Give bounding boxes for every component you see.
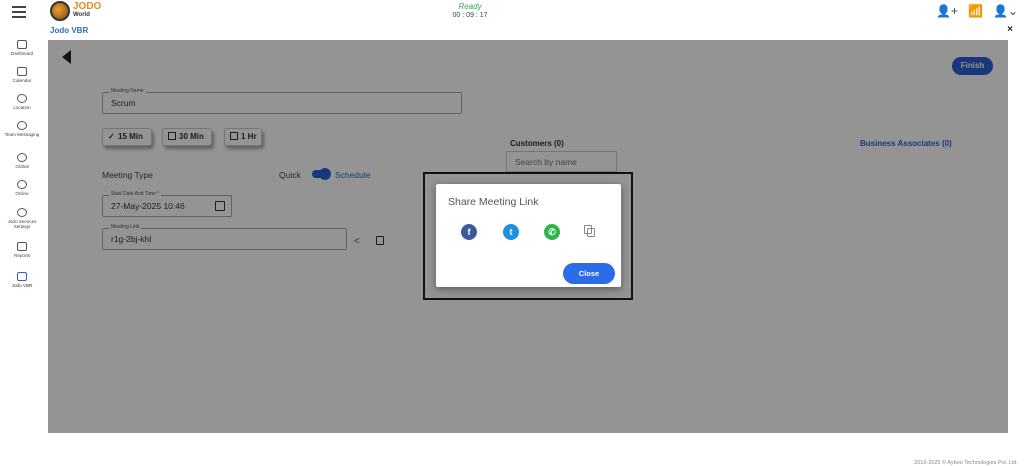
dashboard-icon <box>17 40 27 49</box>
add-user-icon[interactable]: 👤+ <box>936 4 958 18</box>
sidebar-item-label: Dashboard <box>10 51 34 56</box>
online-icon <box>17 180 27 189</box>
sidebar-item-location[interactable]: Location <box>0 94 44 110</box>
app-logo: JODO World <box>50 1 101 21</box>
top-bar: JODO World Ready 00 : 09 : 17 👤+ 📶 👤⌄ <box>0 0 1024 24</box>
menu-icon[interactable] <box>12 6 26 18</box>
logo-line1: JODO <box>73 1 102 12</box>
sidebar-item-jodo-vbr[interactable]: Jodo VBR <box>0 272 44 288</box>
reports-icon <box>17 242 27 251</box>
vbr-icon <box>17 272 27 281</box>
sidebar-item-label: Jodo VBR <box>11 283 33 288</box>
sidebar-item-calendar[interactable]: Calendar <box>0 67 44 83</box>
sidebar-item-label: Global <box>15 164 29 169</box>
sidebar-item-global[interactable]: Global <box>0 153 44 169</box>
sidebar-item-online[interactable]: Online <box>0 180 44 196</box>
footer-copyright: 2016-2025 © Ayboo Technologies Pvt. Ltd. <box>914 460 1018 466</box>
panel-title: Jodo VBR <box>50 26 89 35</box>
share-meeting-link-dialog: Share Meeting Link f t ✆ Close <box>436 184 621 287</box>
dialog-title: Share Meeting Link <box>448 196 539 208</box>
status-text: Ready <box>458 2 482 11</box>
whatsapp-icon[interactable]: ✆ <box>544 224 560 240</box>
sidebar-item-reports[interactable]: Reports <box>0 242 44 258</box>
copy-icon[interactable] <box>587 228 595 237</box>
panel-header: Jodo VBR × <box>46 24 1017 38</box>
location-pin-icon <box>17 94 27 103</box>
sidebar-item-label: Team Messaging <box>4 132 40 137</box>
panel-close-icon[interactable]: × <box>1007 24 1013 35</box>
top-right-icons: 👤+ 📶 👤⌄ <box>936 4 1018 18</box>
globe-icon <box>17 153 27 162</box>
team-messaging-icon <box>17 121 27 130</box>
sidebar: Dashboard Calendar Location Team Messagi… <box>0 24 44 466</box>
close-button[interactable]: Close <box>563 263 615 284</box>
sidebar-item-label: Online <box>15 191 29 196</box>
facebook-icon[interactable]: f <box>461 224 477 240</box>
sidebar-item-label: Calendar <box>12 78 32 83</box>
sidebar-item-jodo-services-settings[interactable]: Jodo Services Settings <box>0 208 44 229</box>
twitter-icon[interactable]: t <box>503 224 519 240</box>
timer-text: 00 : 09 : 17 <box>452 12 488 19</box>
user-menu-icon[interactable]: 👤⌄ <box>993 4 1018 18</box>
globe-logo-icon <box>50 1 70 21</box>
sidebar-item-label: Location <box>13 105 31 110</box>
status-area: Ready 00 : 09 : 17 <box>440 2 500 19</box>
sidebar-item-label: Jodo Services Settings <box>7 219 37 229</box>
sidebar-item-label: Reports <box>13 253 31 258</box>
calendar-icon <box>17 67 27 76</box>
wifi-icon: 📶 <box>968 4 983 18</box>
logo-line2: World <box>73 12 90 18</box>
sidebar-item-dashboard[interactable]: Dashboard <box>0 40 44 56</box>
sidebar-item-team-messaging[interactable]: Team Messaging <box>0 121 44 137</box>
settings-icon <box>17 208 27 217</box>
